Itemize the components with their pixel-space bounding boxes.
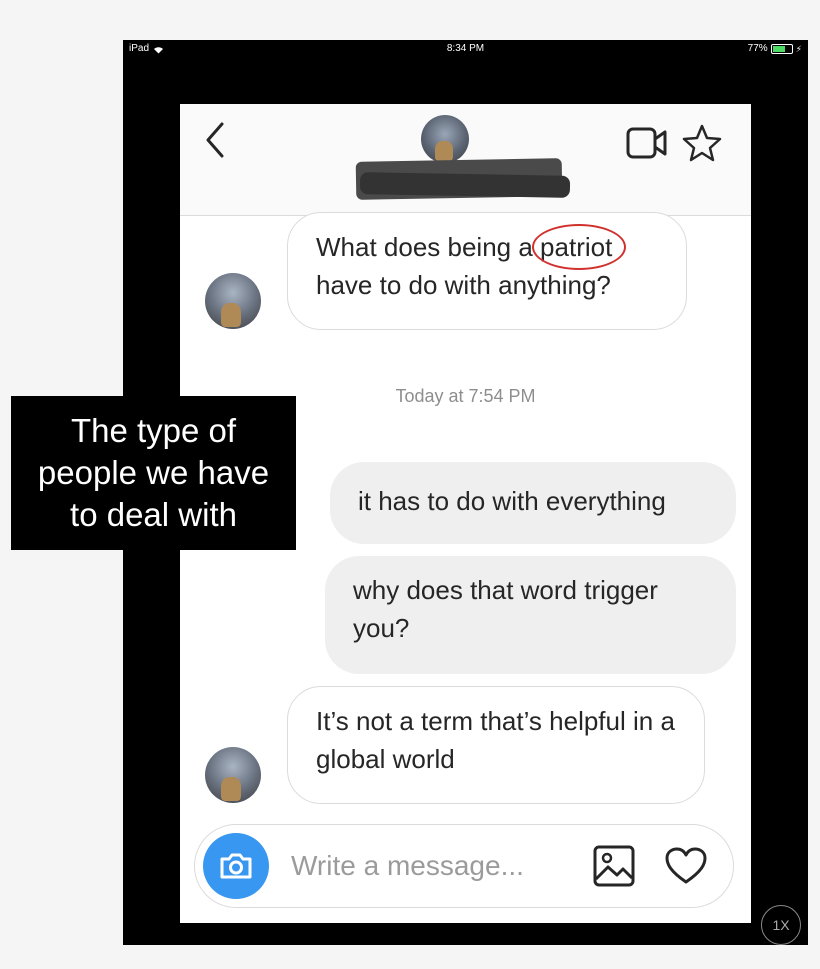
status-bar: iPad 8:34 PM 77% ⚡ [123,40,808,58]
message-composer [194,824,734,908]
sender-avatar[interactable] [205,747,261,803]
image-icon [593,845,635,887]
back-button[interactable] [204,122,226,163]
message-text: It’s not a term that’s helpful in a glob… [316,706,675,774]
redaction-mark [359,172,571,198]
gallery-button[interactable] [593,845,635,892]
sender-avatar[interactable] [205,273,261,329]
caption-line: The type of [70,412,237,449]
favorite-button[interactable] [682,124,722,167]
message-bubble-outgoing: why does that word trigger you? [325,556,736,674]
zoom-badge[interactable]: 1X [761,905,801,945]
message-bubble-incoming: What does being a patriot have to do wit… [287,212,687,330]
star-icon [682,124,722,162]
caption-overlay: The type of people we have to deal with [11,396,296,550]
message-text: it has to do with everything [358,486,666,516]
video-call-button[interactable] [626,126,668,165]
caption-line: people we have [37,454,270,491]
message-bubble-incoming: It’s not a term that’s helpful in a glob… [287,686,705,804]
video-camera-icon [626,127,667,159]
message-input[interactable] [289,845,583,887]
chevron-left-icon [206,122,224,158]
heart-icon [665,847,707,884]
charging-icon: ⚡ [795,44,802,54]
caption-line: to deal with [70,496,237,533]
battery-icon [770,44,793,54]
circled-word-annotation: patriot [532,224,627,270]
battery-percent: 77% [747,43,768,54]
like-button[interactable] [665,847,707,890]
message-text: have to do with anything? [316,270,611,300]
message-text: What does being a [316,232,541,262]
camera-icon [220,853,252,879]
message-bubble-outgoing: it has to do with everything [330,462,736,544]
message-text: why does that word trigger you? [353,575,658,643]
chat-header [180,104,751,216]
status-time: 8:34 PM [446,43,485,54]
camera-button[interactable] [203,833,269,899]
contact-avatar[interactable] [421,115,469,163]
